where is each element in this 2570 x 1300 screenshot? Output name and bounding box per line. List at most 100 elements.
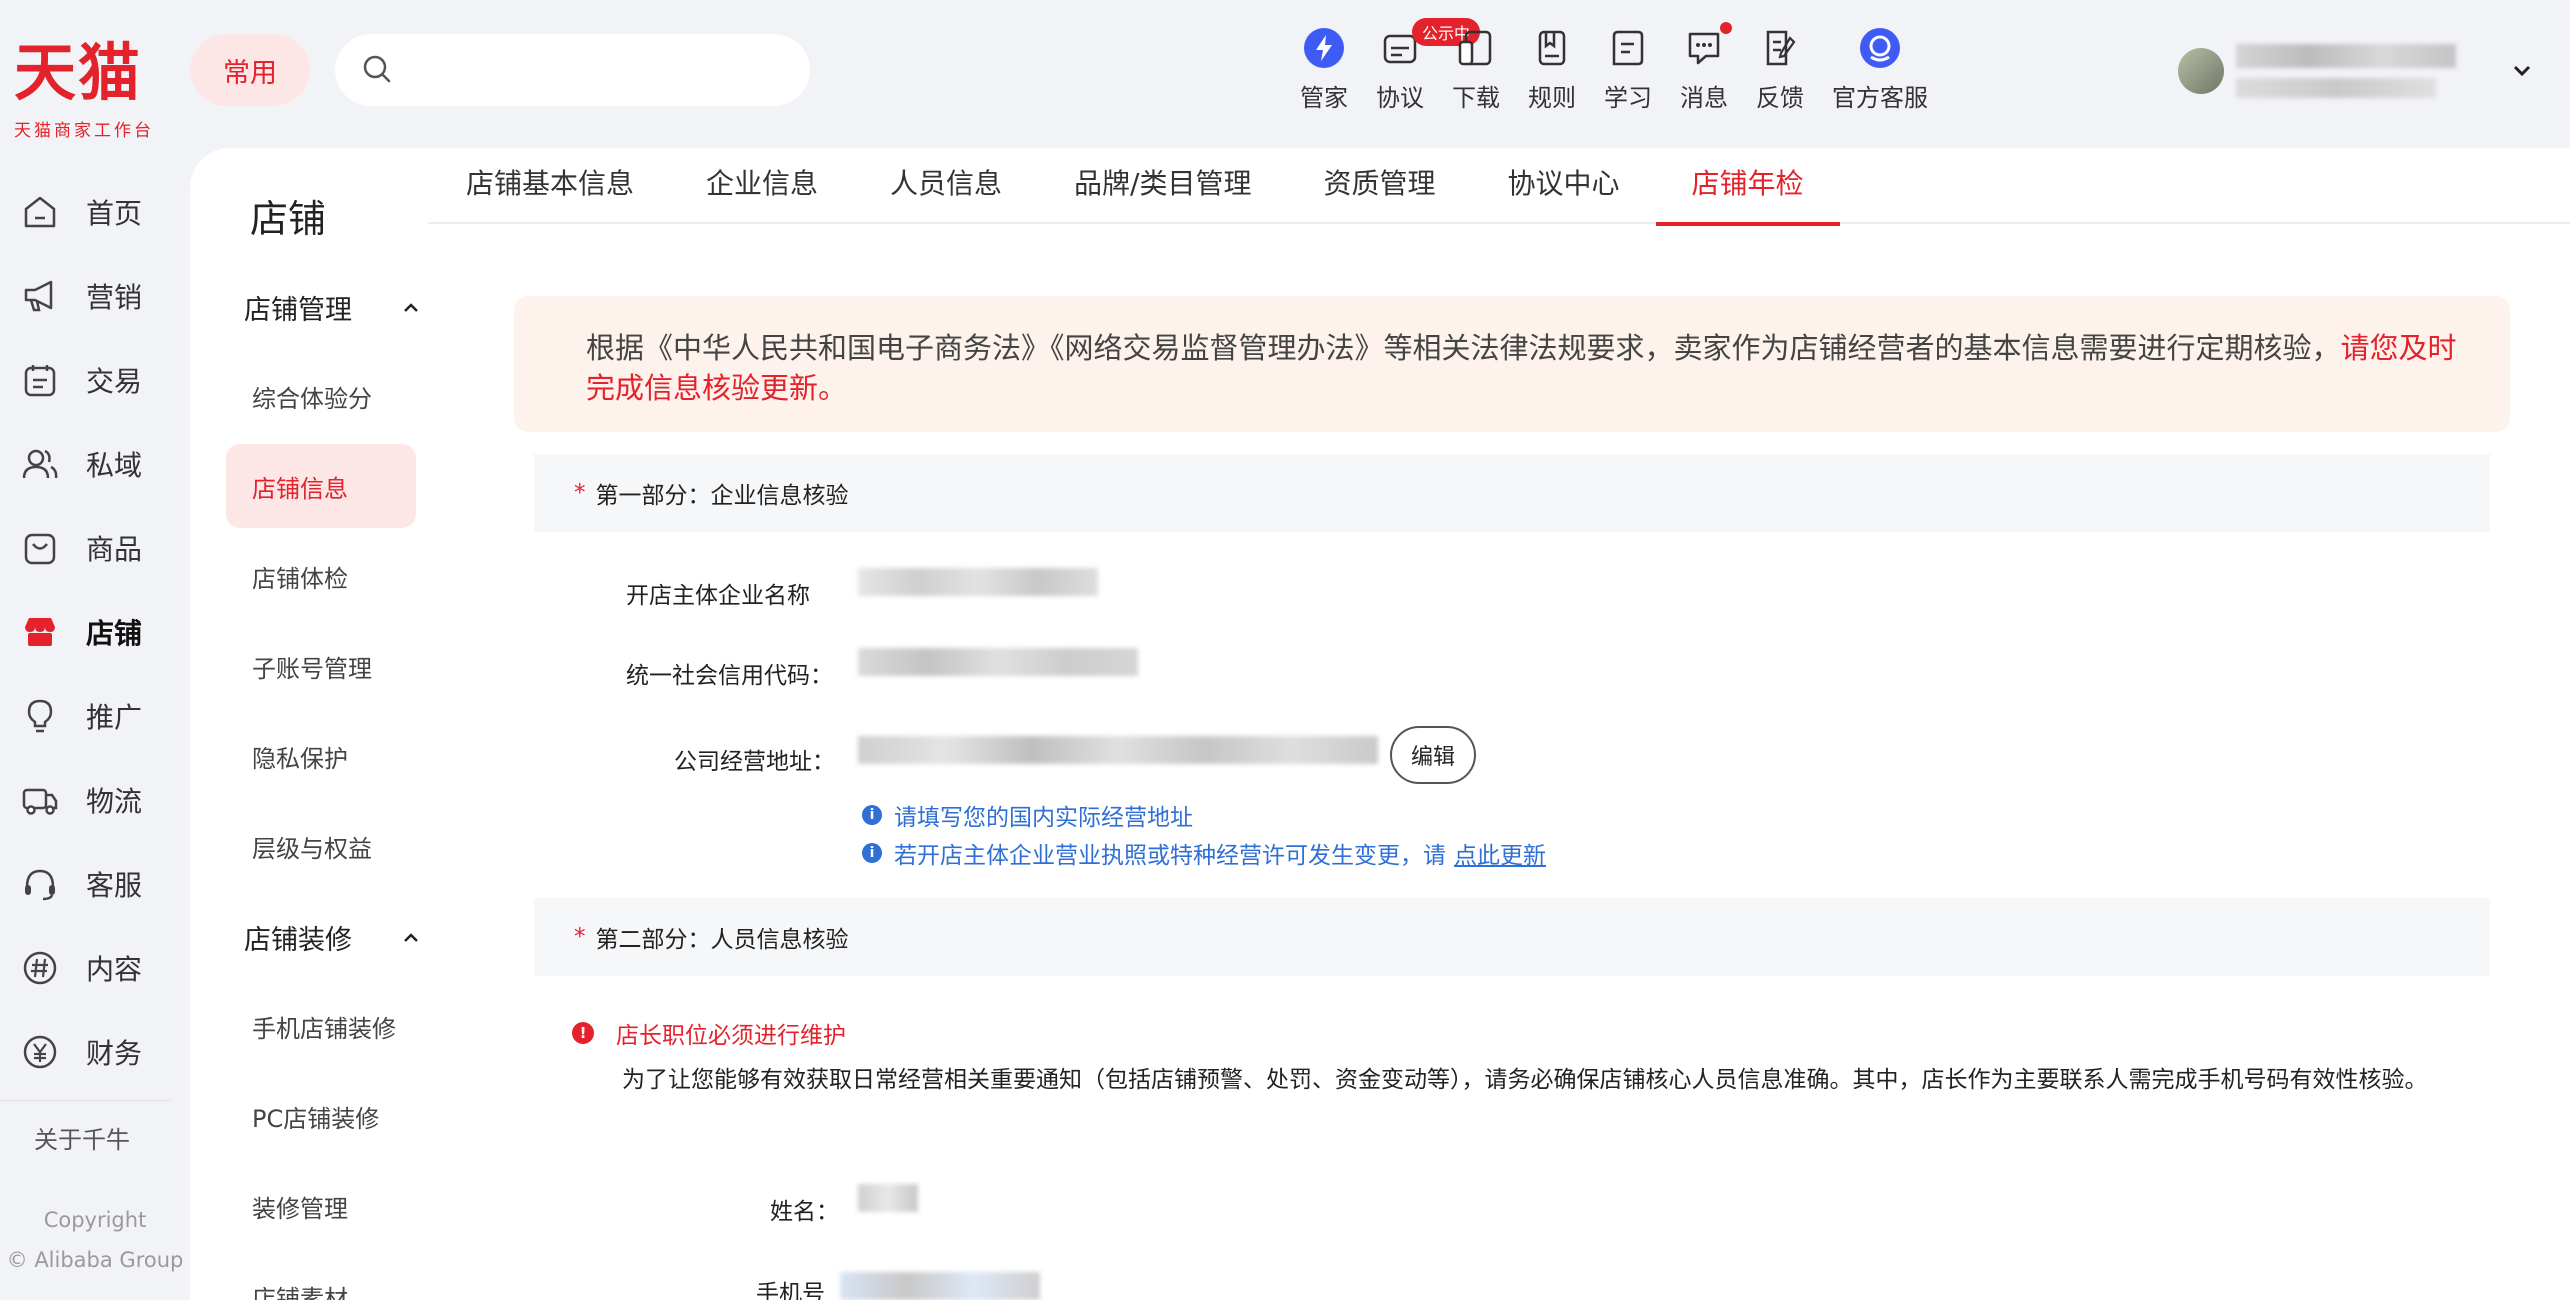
manager-warning: ! 店长职位必须进行维护 bbox=[572, 1016, 846, 1050]
copyright-line: © Alibaba Group bbox=[6, 1248, 184, 1272]
subnav-item-experience-score[interactable]: 综合体验分 bbox=[226, 354, 416, 438]
sidebar-item-label: 客服 bbox=[86, 869, 143, 902]
chevron-up-icon bbox=[404, 932, 418, 942]
sidebar-item-logistics[interactable]: 物流 bbox=[0, 758, 190, 842]
tool-label: 反馈 bbox=[1756, 84, 1804, 112]
copyright-line: Copyright bbox=[43, 1208, 147, 1232]
subnav-group-store-decoration[interactable]: 店铺装修 bbox=[244, 918, 420, 957]
subnav-item-mobile-decoration[interactable]: 手机店铺装修 bbox=[226, 984, 416, 1068]
sidebar-item-label: 交易 bbox=[86, 365, 143, 398]
tool-rules[interactable]: 规则 bbox=[1528, 26, 1576, 113]
main-sidebar: 首页 营销 交易 私域 商品 店铺 推广 物流 客服 内容 财务 bbox=[0, 170, 190, 1094]
tool-messages[interactable]: 消息 bbox=[1680, 22, 1732, 113]
common-button[interactable]: 常用 bbox=[190, 34, 310, 106]
tab-company-info[interactable]: 企业信息 bbox=[670, 148, 854, 224]
sidebar-item-label: 首页 bbox=[86, 197, 143, 230]
store-icon bbox=[20, 612, 60, 652]
tab-qualifications[interactable]: 资质管理 bbox=[1287, 148, 1471, 224]
tmall-logo[interactable]: 天猫 天猫商家工作台 bbox=[14, 36, 164, 142]
tab-basic-info[interactable]: 店铺基本信息 bbox=[466, 148, 670, 224]
sidebar-item-store[interactable]: 店铺 bbox=[0, 590, 190, 674]
sidebar-item-private-domain[interactable]: 私域 bbox=[0, 422, 190, 506]
subnav-item-subaccounts[interactable]: 子账号管理 bbox=[226, 624, 416, 708]
truck-icon bbox=[20, 780, 60, 820]
tab-brand-category[interactable]: 品牌/类目管理 bbox=[1038, 148, 1287, 224]
sidebar-item-label: 营销 bbox=[86, 281, 143, 314]
subnav-item-store-checkup[interactable]: 店铺体检 bbox=[226, 534, 416, 618]
required-mark: * bbox=[574, 924, 586, 950]
group-label: 店铺装修 bbox=[244, 925, 352, 956]
update-license-link[interactable]: 点此更新 bbox=[1454, 836, 1546, 870]
user-menu[interactable] bbox=[2170, 30, 2550, 110]
chevron-up-icon bbox=[404, 302, 418, 312]
main-content: 店铺 店铺管理 综合体验分 店铺信息 店铺体检 子账号管理 隐私保护 层级与权益… bbox=[190, 148, 2570, 1300]
sidebar-item-marketing[interactable]: 营销 bbox=[0, 254, 190, 338]
tab-annual-inspection[interactable]: 店铺年检 bbox=[1655, 148, 1840, 226]
tool-agreement[interactable]: 公示中 协议 bbox=[1376, 18, 1481, 113]
tool-learn[interactable]: 学习 bbox=[1604, 26, 1652, 113]
tab-staff-info[interactable]: 人员信息 bbox=[854, 148, 1038, 224]
address-value-redacted bbox=[858, 736, 1378, 764]
company-name-value-redacted bbox=[858, 568, 1098, 596]
subnav-item-tiers[interactable]: 层级与权益 bbox=[226, 804, 416, 888]
subnav-item-privacy[interactable]: 隐私保护 bbox=[226, 714, 416, 798]
feedback-icon bbox=[1758, 26, 1802, 70]
section-company-verification: * 第一部分：企业信息核验 bbox=[534, 454, 2490, 532]
phone-label: 手机号 bbox=[756, 1281, 825, 1300]
sidebar-item-transaction[interactable]: 交易 bbox=[0, 338, 190, 422]
sidebar-item-promotion[interactable]: 推广 bbox=[0, 674, 190, 758]
logo-title: 天猫 bbox=[14, 36, 143, 109]
subnav-item-decoration-management[interactable]: 装修管理 bbox=[226, 1164, 416, 1248]
section-title: 第二部分：人员信息核验 bbox=[595, 927, 849, 953]
tab-bar: 店铺基本信息 企业信息 人员信息 品牌/类目管理 资质管理 协议中心 店铺年检 bbox=[428, 148, 2570, 226]
name-value-redacted bbox=[858, 1184, 918, 1212]
tool-download[interactable]: 下载 bbox=[1452, 26, 1500, 113]
tool-butler[interactable]: 管家 bbox=[1300, 26, 1348, 113]
username-redacted bbox=[2236, 44, 2456, 68]
sidebar-item-home[interactable]: 首页 bbox=[0, 170, 190, 254]
learn-icon bbox=[1606, 26, 1650, 70]
notice-text: 根据《中华人民共和国电子商务法》《网络交易监督管理办法》等相关法律法规要求，卖家… bbox=[586, 331, 2341, 365]
unread-dot bbox=[1720, 22, 1732, 34]
goods-icon bbox=[20, 528, 60, 568]
header-tools: 管家 公示中 协议 下载 规则 学习 消息 反馈 官方客服 bbox=[1300, 18, 1956, 113]
edit-address-button[interactable]: 编辑 bbox=[1390, 726, 1476, 784]
credit-code-label: 统一社会信用代码： bbox=[626, 663, 833, 689]
sidebar-item-content[interactable]: 内容 bbox=[0, 926, 190, 1010]
info-icon: i bbox=[862, 805, 882, 825]
promotion-icon bbox=[20, 696, 60, 736]
sidebar-item-service[interactable]: 客服 bbox=[0, 842, 190, 926]
search-icon bbox=[363, 55, 391, 83]
tab-agreement-center[interactable]: 协议中心 bbox=[1472, 148, 1656, 224]
sidebar-item-finance[interactable]: 财务 bbox=[0, 1010, 190, 1094]
store-subnav: 店铺 店铺管理 综合体验分 店铺信息 店铺体检 子账号管理 隐私保护 层级与权益… bbox=[190, 148, 428, 1300]
rulebook-icon bbox=[1530, 26, 1574, 70]
sidebar-divider bbox=[0, 1100, 170, 1101]
megaphone-icon bbox=[20, 276, 60, 316]
section-staff-verification: * 第二部分：人员信息核验 bbox=[534, 898, 2490, 976]
license-change-tip: i 若开店主体企业营业执照或特种经营许可发生变更，请 点此更新 bbox=[862, 836, 1546, 870]
tip-text: 请填写您的国内实际经营地址 bbox=[894, 805, 1193, 831]
credit-code-value-redacted bbox=[858, 648, 1138, 676]
legal-notice-banner: 根据《中华人民共和国电子商务法》《网络交易监督管理办法》等相关法律法规要求，卖家… bbox=[514, 296, 2510, 432]
warning-text: 店长职位必须进行维护 bbox=[616, 1023, 846, 1049]
subnav-group-store-management[interactable]: 店铺管理 bbox=[244, 288, 420, 327]
sidebar-item-label: 物流 bbox=[86, 785, 143, 818]
tool-feedback[interactable]: 反馈 bbox=[1756, 26, 1804, 113]
chevron-down-icon bbox=[2513, 65, 2531, 77]
lightning-icon bbox=[1302, 26, 1346, 70]
download-device-icon bbox=[1454, 26, 1498, 70]
tool-label: 规则 bbox=[1528, 84, 1576, 112]
sidebar-item-label: 财务 bbox=[86, 1037, 143, 1070]
tool-label: 下载 bbox=[1452, 84, 1500, 112]
subnav-item-store-materials[interactable]: 店铺素材 bbox=[226, 1254, 416, 1300]
subnav-item-store-info[interactable]: 店铺信息 bbox=[226, 444, 416, 528]
about-qianniu-link[interactable]: 关于千牛 bbox=[34, 1120, 130, 1155]
tool-customer-service[interactable]: 官方客服 bbox=[1832, 26, 1928, 113]
group-label: 店铺管理 bbox=[244, 295, 352, 326]
message-icon bbox=[1682, 22, 1732, 70]
tool-label: 消息 bbox=[1680, 84, 1728, 112]
search-input[interactable] bbox=[335, 34, 810, 106]
subnav-item-pc-decoration[interactable]: PC店铺装修 bbox=[226, 1074, 416, 1158]
sidebar-item-goods[interactable]: 商品 bbox=[0, 506, 190, 590]
